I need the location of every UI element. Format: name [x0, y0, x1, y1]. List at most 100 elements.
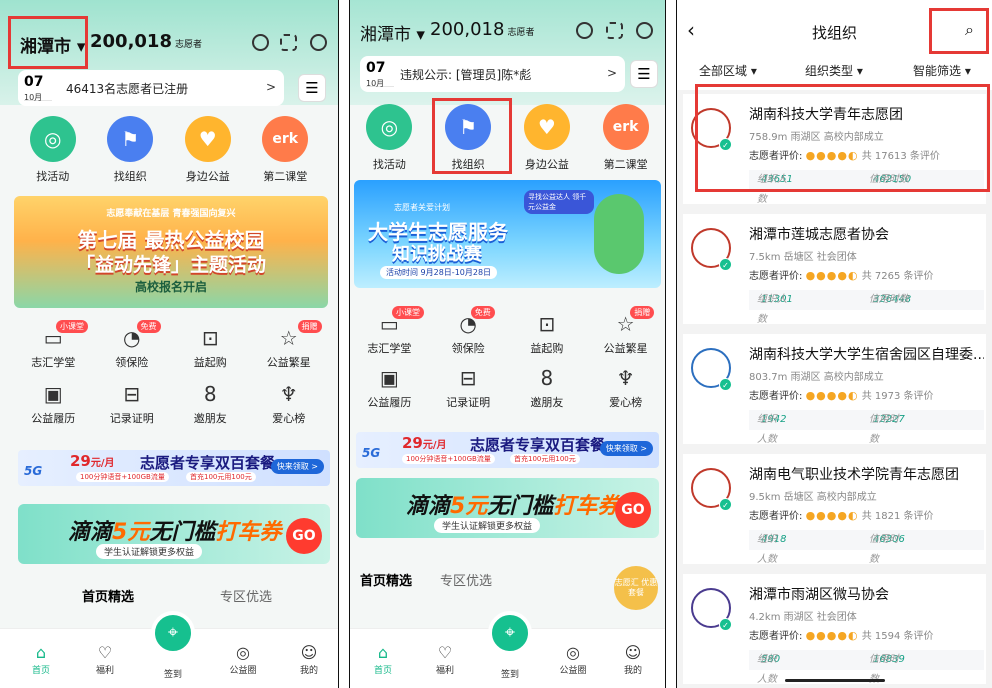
- location-icon: ⌖: [167, 622, 179, 643]
- ad-sub: 100分钟语音+100GB流量: [76, 472, 169, 482]
- grid-item[interactable]: ♆ 爱心榜: [586, 366, 665, 410]
- verified-icon: ✓: [719, 498, 732, 511]
- notice-bar[interactable]: 07 10月 46413名志愿者已注册 >: [18, 70, 284, 106]
- list-menu-icon[interactable]: ☰: [630, 60, 658, 88]
- 5g-ad-banner[interactable]: 5G 29元/月 志愿者专享双百套餐 100分钟语音+100GB流量 首充100…: [356, 432, 659, 468]
- didi-title: 滴滴5元无门槛打车券: [68, 520, 282, 545]
- org-rating: 志愿者评价: ●●●●◐ 共 1973 条评价: [749, 389, 934, 402]
- tab-featured[interactable]: 首页精选: [360, 570, 412, 589]
- claim-button[interactable]: 快来领取 >: [599, 441, 653, 456]
- activity-banner[interactable]: 志愿奉献在基层 青春强国向复兴 第七届 最热公益校园 「益动先锋」主题活动 高校…: [14, 196, 328, 308]
- chat-icon[interactable]: [310, 34, 327, 51]
- ad-title: 志愿者专享双百套餐: [470, 436, 606, 454]
- 5g-logo: 5G: [362, 446, 381, 460]
- feature-grid: 小课堂 ▭ 志汇学堂 免费 ◔ 领保险 ⊡ 益起购 捐赠 ☆ 公益繁星 ▣ 公益履历 ⊟ 记录证明…: [14, 320, 329, 426]
- org-rating: 志愿者评价: ●●●●◐ 共 1594 条评价: [749, 629, 934, 642]
- grid-item[interactable]: ⊡ 益起购: [171, 326, 250, 370]
- tab-featured[interactable]: 首页精选: [82, 586, 134, 605]
- org-stats: 组织人数 11301 信用时数 326448: [749, 290, 984, 325]
- rating-stars-icon: ●●●●◐: [805, 629, 859, 642]
- checkin-button[interactable]: ⌖: [488, 611, 532, 655]
- nav-circle[interactable]: ◎ 公益圈: [548, 643, 598, 676]
- record-icon: ▣: [379, 366, 399, 390]
- certificate-icon: ⊟: [123, 382, 141, 406]
- nav-home[interactable]: ⌂ 首页: [16, 643, 66, 676]
- grid-item[interactable]: 小课堂 ▭ 志汇学堂: [14, 320, 93, 370]
- grid-item[interactable]: ⊟ 记录证明: [429, 366, 508, 410]
- menu-find-activity[interactable]: ◎ 找活动: [354, 104, 424, 172]
- org-meta: 7.5km 岳塘区 社会团体: [749, 252, 857, 263]
- scan-icon[interactable]: [280, 34, 297, 51]
- main-menu: ◎ 找活动 ⚑ 找组织 ♥ 身边公益 erk 第二课堂: [14, 116, 324, 184]
- checkin-button[interactable]: ⌖: [151, 611, 195, 655]
- rating-stars-icon: ●●●●◐: [805, 509, 859, 522]
- chat-icon[interactable]: [636, 22, 653, 39]
- float-badge[interactable]: 志愿汇 优惠套餐: [614, 566, 658, 610]
- notice-bar[interactable]: 07 10月 违规公示: [管理员]陈*彪 >: [360, 56, 625, 92]
- 5g-ad-banner[interactable]: 5G 29元/月 志愿者专享双百套餐 100分钟语音+100GB流量 首充100…: [18, 450, 330, 486]
- volunteer-count: 200,018 志愿者: [90, 31, 202, 52]
- shield-icon: ◔: [459, 312, 477, 336]
- menu-second-class[interactable]: erk 第二课堂: [591, 104, 661, 172]
- grid-item[interactable]: ♆ 爱心榜: [250, 382, 329, 426]
- org-meta: 4.2km 雨湖区 社会团体: [749, 612, 857, 623]
- menu-find-org[interactable]: ⚑ 找组织: [95, 116, 165, 184]
- tab-special[interactable]: 专区优选: [220, 586, 272, 605]
- location-icon: ⌖: [504, 622, 516, 643]
- grid-item[interactable]: 免费 ◔ 领保险: [93, 320, 172, 370]
- grid-item[interactable]: ⊡ 益起购: [508, 312, 587, 356]
- nav-mine[interactable]: ☺ 我的: [284, 643, 334, 676]
- didi-coupon-banner[interactable]: 滴滴5元无门槛打车券 学生认证解锁更多权益 GO: [18, 504, 330, 564]
- grid-item[interactable]: 捐赠 ☆ 公益繁星: [250, 320, 329, 370]
- grid-item[interactable]: 捐赠 ☆ 公益繁星: [586, 306, 665, 356]
- grid-item[interactable]: ⊟ 记录证明: [93, 382, 172, 426]
- nav-circle[interactable]: ◎ 公益圈: [218, 643, 268, 676]
- filter-smart[interactable]: 智能筛选 ▾: [913, 62, 971, 79]
- nav-mine[interactable]: ☺ 我的: [608, 643, 658, 676]
- cart-icon: ⊡: [538, 312, 556, 336]
- rating-stars-icon: ●●●●◐: [805, 389, 859, 402]
- search-icon[interactable]: [576, 22, 593, 39]
- didi-title: 滴滴5元无门槛打车券: [406, 494, 620, 519]
- banner-line: 志愿者关爱计划: [394, 203, 450, 212]
- menu-nearby[interactable]: ♥ 身边公益: [512, 104, 582, 172]
- filter-area[interactable]: 全部区域 ▾: [699, 62, 757, 79]
- grid-item[interactable]: 小课堂 ▭ 志汇学堂: [350, 306, 429, 356]
- record-icon: ▣: [43, 382, 63, 406]
- grid-item[interactable]: ▣ 公益履历: [14, 382, 93, 426]
- didi-coupon-banner[interactable]: 滴滴5元无门槛打车券 学生认证解锁更多权益 GO: [356, 478, 659, 538]
- go-button[interactable]: GO: [615, 492, 651, 528]
- grid-item[interactable]: ▣ 公益履历: [350, 366, 429, 410]
- scan-icon[interactable]: [606, 22, 623, 39]
- org-meta: 9.5km 岳塘区 高校内部成立: [749, 492, 877, 503]
- menu-second-class[interactable]: erk 第二课堂: [250, 116, 320, 184]
- certificate-icon: ⊟: [459, 366, 477, 390]
- menu-nearby[interactable]: ♥ 身边公益: [173, 116, 243, 184]
- list-menu-icon[interactable]: ☰: [298, 74, 326, 102]
- grid-item[interactable]: 免费 ◔ 领保险: [429, 306, 508, 356]
- divider: [338, 0, 350, 688]
- claim-button[interactable]: 快来领取 >: [270, 459, 324, 474]
- city-selector[interactable]: 湘潭市 ▾: [360, 20, 425, 45]
- badge: 捐赠: [630, 306, 655, 319]
- nav-checkin-label: 签到: [163, 670, 182, 680]
- go-button[interactable]: GO: [286, 518, 322, 554]
- nav-welfare[interactable]: ♡ 福利: [80, 643, 130, 676]
- search-icon[interactable]: [252, 34, 269, 51]
- quiz-banner[interactable]: 志愿者关爱计划 寻找公益达人 领千元公益金 大学生志愿服务 知识挑战赛 活动时间…: [354, 180, 661, 288]
- nav-welfare[interactable]: ♡ 福利: [420, 643, 470, 676]
- grid-item[interactable]: 8 邀朋友: [171, 382, 250, 426]
- ad-sub: 首充100元用100元: [186, 472, 256, 482]
- highlight-search: [929, 8, 989, 54]
- tab-special[interactable]: 专区优选: [440, 570, 492, 589]
- menu-find-activity[interactable]: ◎ 找活动: [18, 116, 88, 184]
- org-card[interactable]: ✓ 湖南电气职业技术学院青年志愿团 9.5km 岳塘区 高校内部成立 志愿者评价: ●…: [683, 454, 986, 565]
- notice-date: 07 10月: [366, 61, 394, 88]
- badge: 小课堂: [392, 306, 424, 319]
- org-card[interactable]: ✓ 湖南科技大学大学生宿舍园区自理委... 803.7m 雨湖区 高校内部成立 志愿者…: [683, 334, 986, 445]
- org-card[interactable]: ✓ 湘潭市雨湖区微马协会 4.2km 雨湖区 社会团体 志愿者评价: ●●●●◐ 共 …: [683, 574, 986, 685]
- grid-item[interactable]: 8 邀朋友: [508, 366, 587, 410]
- nav-home[interactable]: ⌂ 首页: [358, 643, 408, 676]
- filter-type[interactable]: 组织类型 ▾: [805, 62, 863, 79]
- org-card[interactable]: ✓ 湘潭市莲城志愿者协会 7.5km 岳塘区 社会团体 志愿者评价: ●●●●◐ 共 …: [683, 214, 986, 325]
